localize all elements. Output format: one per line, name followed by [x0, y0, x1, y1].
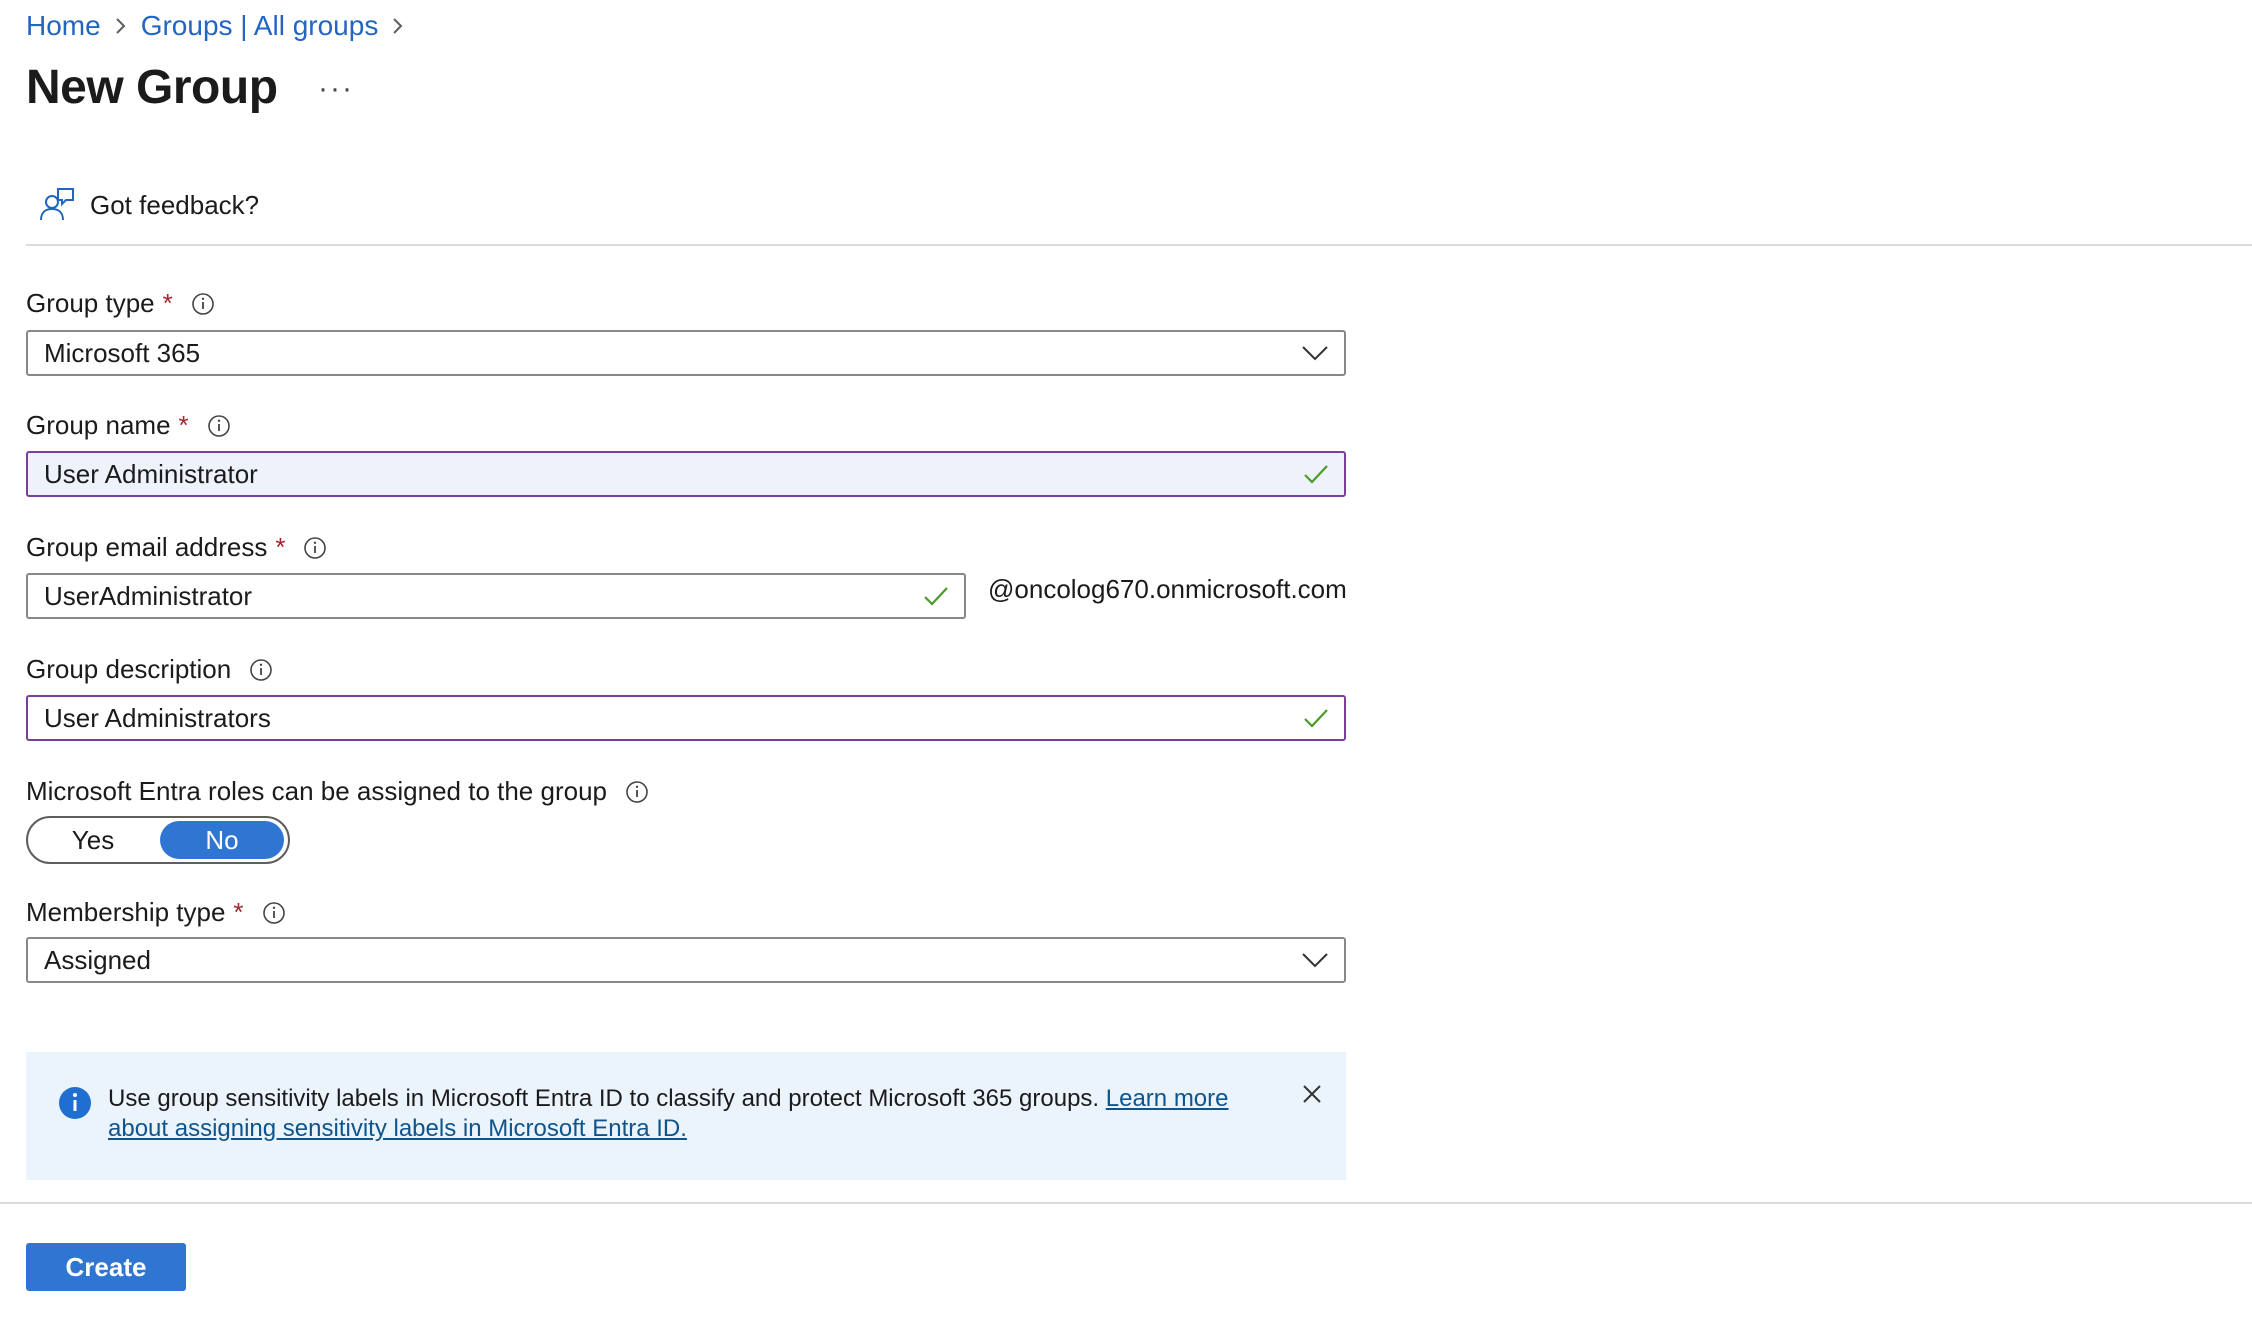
chevron-right-icon — [115, 18, 126, 34]
breadcrumb: Home Groups | All groups — [26, 6, 418, 46]
chevron-down-icon — [1302, 953, 1328, 968]
info-icon[interactable] — [625, 780, 649, 804]
checkmark-icon — [924, 587, 948, 606]
entra-roles-label: Microsoft Entra roles can be assigned to… — [26, 776, 649, 807]
info-icon[interactable] — [191, 292, 215, 316]
feedback-icon — [40, 188, 74, 221]
feedback-label: Got feedback? — [90, 189, 260, 220]
membership-type-select[interactable]: Assigned — [26, 937, 1346, 983]
group-type-label: Group type * — [26, 288, 215, 319]
required-marker: * — [233, 897, 244, 927]
toggle-option-no[interactable]: No — [160, 821, 284, 859]
info-icon[interactable] — [207, 414, 231, 438]
toggle-option-yes[interactable]: Yes — [28, 821, 158, 859]
chevron-down-icon — [1302, 346, 1328, 361]
create-button[interactable]: Create — [26, 1243, 186, 1291]
more-options-button[interactable]: ··· — [318, 72, 354, 106]
group-email-input[interactable]: UserAdministrator — [26, 573, 966, 619]
group-email-label: Group email address * — [26, 532, 327, 563]
group-name-label: Group name * — [26, 410, 231, 441]
required-marker: * — [162, 288, 173, 318]
group-description-label: Group description — [26, 654, 273, 685]
footer-divider — [0, 1202, 2252, 1204]
feedback-button[interactable]: Got feedback? — [38, 186, 259, 224]
group-name-input[interactable]: User Administrator — [26, 451, 1346, 497]
group-description-input[interactable]: User Administrators — [26, 695, 1346, 741]
breadcrumb-home-link[interactable]: Home — [26, 10, 101, 42]
required-marker: * — [178, 410, 189, 440]
checkmark-icon — [1304, 465, 1328, 484]
membership-type-label: Membership type * — [26, 897, 286, 928]
page-title: New Group — [26, 61, 278, 114]
banner-message: Use group sensitivity labels in Microsof… — [108, 1084, 1248, 1144]
info-icon[interactable] — [262, 901, 286, 925]
banner-text: Use group sensitivity labels in Microsof… — [108, 1085, 1100, 1112]
entra-roles-toggle[interactable]: Yes No — [26, 816, 290, 864]
close-icon[interactable] — [1300, 1082, 1324, 1106]
email-domain-suffix: @oncolog670.onmicrosoft.com — [988, 574, 1347, 604]
info-filled-icon — [59, 1087, 91, 1119]
toolbar-divider — [26, 244, 2252, 246]
checkmark-icon — [1304, 709, 1328, 728]
required-marker: * — [275, 532, 286, 562]
breadcrumb-groups-link[interactable]: Groups | All groups — [141, 10, 379, 42]
chevron-right-icon — [393, 18, 403, 34]
info-icon[interactable] — [303, 536, 327, 560]
info-icon[interactable] — [249, 658, 273, 682]
group-type-select[interactable]: Microsoft 365 — [26, 330, 1346, 376]
sensitivity-labels-banner: Use group sensitivity labels in Microsof… — [26, 1052, 1346, 1180]
